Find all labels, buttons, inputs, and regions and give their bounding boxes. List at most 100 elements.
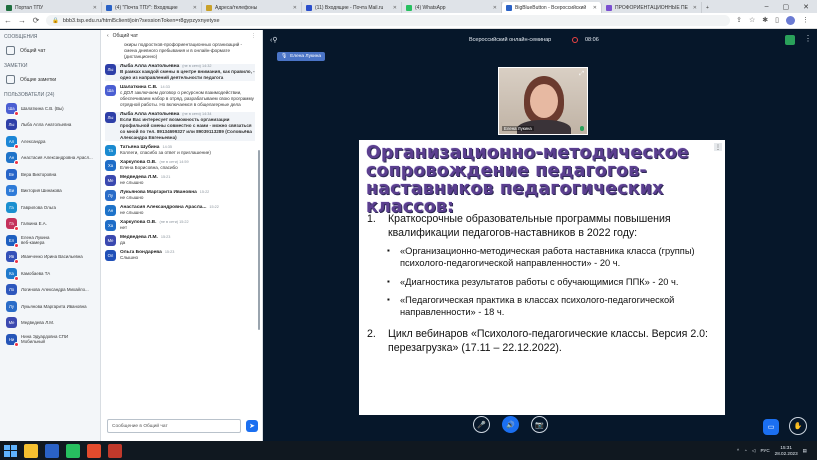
- tab-close-icon[interactable]: ✕: [93, 5, 97, 11]
- taskbar-app-icon[interactable]: [87, 443, 101, 458]
- user-name: Виктория Шинакова: [21, 188, 62, 194]
- message-body: Лыба Алла Анатольевна (не в сети) 14:34 Ес…: [120, 112, 255, 141]
- taskbar-app-icon[interactable]: [45, 443, 59, 458]
- message-avatar: Лу: [105, 190, 116, 201]
- record-icon[interactable]: [572, 37, 578, 43]
- chat-messages: окиры подростков-профориентационных орга…: [101, 42, 259, 415]
- tab-close-icon[interactable]: ✕: [393, 5, 397, 11]
- user-list-item[interactable]: Га Галкина Е.А.: [0, 216, 100, 233]
- message-avatar: Та: [105, 145, 116, 156]
- message-text: В рамках каждой смены в центре внимания,…: [120, 69, 255, 80]
- user-name: Гаврилова Ольга: [21, 204, 56, 210]
- tab-close-icon[interactable]: ✕: [293, 5, 297, 11]
- chat-header[interactable]: ‹ Общий чат ⋮: [101, 30, 262, 42]
- chat-message: Лы Лыба Алла Анатольевна (не в сети) 14:34…: [105, 112, 255, 141]
- user-list-item[interactable]: Ал Александра: [0, 133, 100, 150]
- chat-message: Ха Харкулова О.В. (не в сети) 14:59 Елена Б…: [105, 160, 255, 171]
- profile-avatar[interactable]: [786, 16, 795, 25]
- close-window-icon[interactable]: ✕: [803, 3, 809, 11]
- raise-hand-button[interactable]: ✋: [789, 417, 807, 435]
- public-chat-item[interactable]: Общий чат: [0, 42, 100, 59]
- user-list-item[interactable]: Лы Лыба Алла Анатольевна: [0, 117, 100, 134]
- tab-close-icon[interactable]: ✕: [493, 5, 497, 11]
- slide-title: Организационно-методическое сопровождени…: [366, 143, 689, 217]
- browser-tab[interactable]: Адреса/телефоны ✕: [202, 2, 302, 13]
- tray-arrow-icon[interactable]: ^: [737, 448, 739, 453]
- user-list-item[interactable]: Ив Иванченко Ирина Васильевна: [0, 249, 100, 266]
- user-avatar: Ал: [6, 135, 19, 149]
- chat-options-icon[interactable]: ⋮: [251, 33, 256, 39]
- user-list-item[interactable]: Ша Шалаткина С.В. (Вы): [0, 100, 100, 117]
- user-list-item[interactable]: Ан Анастасия Александровна Арасл...: [0, 150, 100, 167]
- tab-close-icon[interactable]: ✕: [693, 5, 697, 11]
- bookmark-star-icon[interactable]: ☆: [749, 16, 755, 25]
- browser-tab[interactable]: ПРОФОРИЕНТАЦИОННЫЕ ПЕ ✕: [602, 2, 702, 13]
- message-avatar: Ме: [105, 175, 116, 186]
- browser-menu-icon[interactable]: ⋮: [802, 16, 809, 25]
- volume-icon[interactable]: ◁: [752, 448, 756, 454]
- connection-status-icon[interactable]: [785, 35, 795, 45]
- browser-tab[interactable]: BigBlueButton - Всероссийский ✕: [502, 2, 602, 13]
- browser-tab[interactable]: (11) Входящие - Почта Mail.ru ✕: [302, 2, 402, 13]
- network-icon[interactable]: ◔: [744, 448, 747, 453]
- messages-section-title: СООБЩЕНИЯ: [4, 34, 38, 40]
- user-list-item[interactable]: Га Гаврилова Ольга: [0, 199, 100, 216]
- browser-tab[interactable]: (4) "Почта ТПУ": Входящие ✕: [102, 2, 202, 13]
- user-list-item[interactable]: Ка Камобаева ТА: [0, 265, 100, 282]
- maximize-icon[interactable]: ▢: [783, 3, 790, 11]
- chat-back-icon[interactable]: ‹: [107, 33, 109, 39]
- user-list-item[interactable]: Лу Лукьянова Маргарита Ивановна: [0, 298, 100, 315]
- forward-icon[interactable]: →: [18, 16, 26, 25]
- public-chat-label: Общий чат: [20, 47, 46, 54]
- tab-close-icon[interactable]: ✕: [593, 5, 597, 11]
- user-list-item[interactable]: Ни Нина Эдуардовна СПИ Мобильный: [0, 331, 100, 348]
- language-indicator[interactable]: РУС: [760, 448, 769, 453]
- clock[interactable]: 15:31 28.02.2023: [775, 445, 798, 456]
- message-text: не слышно: [120, 195, 144, 200]
- presentation-toggle-button[interactable]: ▭: [763, 419, 779, 435]
- user-list-item[interactable]: Ве Вера Викторовна: [0, 166, 100, 183]
- user-list-item[interactable]: Ло Логинова Александра Михайло...: [0, 282, 100, 299]
- user-list-item[interactable]: Ме Медведева Л.М.: [0, 315, 100, 332]
- options-menu-icon[interactable]: ⋮: [804, 34, 812, 43]
- message-list: Лы Лыба Алла Анатольевна (не в сети) 14:32…: [105, 64, 255, 261]
- tab-close-icon[interactable]: ✕: [193, 5, 197, 11]
- user-name: Анастасия Александровна Арасл...: [21, 155, 93, 161]
- browser-tab[interactable]: Портал ТПУ ✕: [2, 2, 102, 13]
- message-text: да: [120, 240, 126, 245]
- user-list-item[interactable]: Ви Виктория Шинакова: [0, 183, 100, 200]
- notification-icon[interactable]: ▤: [803, 448, 807, 454]
- message-body: Харкулова О.В. (не в сети) 15:22 нет: [120, 220, 255, 231]
- send-button[interactable]: ➤: [246, 420, 258, 432]
- user-name: Шалаткина С.В. (Вы): [21, 105, 64, 111]
- chat-scrollbar[interactable]: [258, 150, 260, 330]
- chat-input[interactable]: Сообщение в Общий чат: [107, 419, 241, 433]
- taskbar-app-icon[interactable]: [24, 443, 38, 458]
- taskbar-app-icon[interactable]: [66, 443, 80, 458]
- minimize-icon[interactable]: –: [765, 3, 769, 11]
- browser-toolbar: ⇪ ☆ ✱ ▯ ⋮: [736, 16, 813, 25]
- audio-button[interactable]: 🔊: [502, 416, 519, 433]
- fullscreen-icon[interactable]: ⤢: [579, 71, 584, 78]
- url-field[interactable]: 🔒 bbb3.tsp.edu.ru/html5client/join?sessi…: [46, 15, 731, 26]
- sidebar-icon[interactable]: ▯: [775, 16, 779, 25]
- user-initials: Ел: [8, 237, 15, 243]
- user-list-item[interactable]: Ел Елена Лукина веб-камера: [0, 232, 100, 249]
- extensions-icon[interactable]: ✱: [762, 16, 768, 25]
- new-tab-button[interactable]: +: [702, 2, 713, 13]
- taskbar-app-icon[interactable]: [108, 443, 122, 458]
- share-icon[interactable]: ⇪: [736, 16, 742, 25]
- shared-notes-item[interactable]: Общие заметки: [0, 71, 100, 88]
- reload-icon[interactable]: ⟳: [32, 16, 40, 25]
- microphone-button[interactable]: 🎤: [473, 416, 490, 433]
- users-section-title: ПОЛЬЗОВАТЕЛИ (24): [4, 92, 55, 98]
- toggle-panel-icon[interactable]: ‹⚲: [270, 36, 277, 44]
- back-icon[interactable]: ←: [4, 16, 12, 25]
- message-author: Медведева Л.М.: [120, 235, 158, 240]
- camera-button[interactable]: 📷: [531, 416, 548, 433]
- browser-tab[interactable]: (4) WhatsApp ✕: [402, 2, 502, 13]
- lock-icon: 🔒: [52, 17, 59, 24]
- webcam-video[interactable]: ⤢ Елена Лукина: [498, 67, 588, 135]
- item-text: Цикл вебинаров «Психолого-педагогические…: [388, 328, 708, 355]
- start-icon[interactable]: [3, 444, 17, 458]
